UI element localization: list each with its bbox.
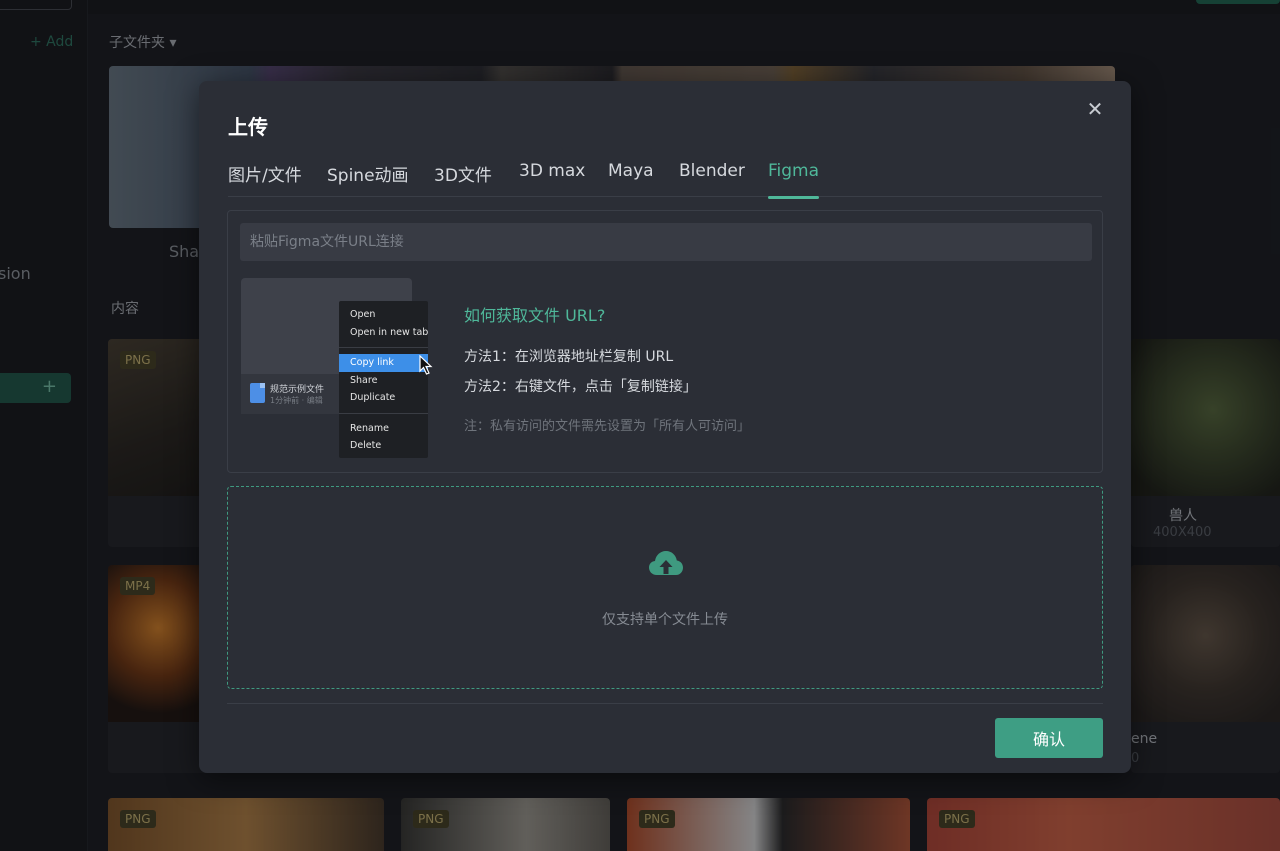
close-icon[interactable]: ✕: [1085, 99, 1105, 119]
figma-file-icon: [250, 383, 265, 403]
menu-divider: [339, 347, 428, 348]
confirm-button[interactable]: 确认: [995, 718, 1103, 758]
file-name: 规范示例文件: [270, 385, 325, 395]
upload-type-tabs: 图片/文件 Spine动画 3D文件 3D max Maya Blender F…: [228, 161, 1102, 199]
dialog-title: 上传: [228, 115, 268, 139]
figma-context-menu-illustration: 规范示例文件 1分钟前 · 编辑 Open Open in new tab Co…: [241, 278, 433, 458]
tab-image-file[interactable]: 图片/文件: [228, 161, 302, 197]
menu-item-rename: Rename: [350, 422, 389, 434]
tab-maya[interactable]: Maya: [608, 161, 654, 197]
access-note: 注：私有访问的文件需先设置为「所有人可访问」: [464, 419, 751, 434]
tab-spine[interactable]: Spine动画: [327, 161, 409, 197]
tab-figma[interactable]: Figma: [768, 161, 820, 199]
menu-item-open-new-tab: Open in new tab: [350, 326, 429, 338]
footer-divider: [227, 703, 1103, 704]
tab-3d-file[interactable]: 3D文件: [434, 161, 492, 197]
upload-dialog: 上传 ✕ 图片/文件 Spine动画 3D文件 3D max Maya Blen…: [199, 81, 1131, 773]
context-menu: Open Open in new tab Copy link Share Dup…: [339, 301, 428, 458]
menu-item-delete: Delete: [350, 440, 382, 451]
method-1-text: 方法1：在浏览器地址栏复制 URL: [464, 349, 674, 365]
dropzone-hint: 仅支持单个文件上传: [602, 612, 728, 628]
howto-title: 如何获取文件 URL?: [464, 306, 606, 325]
tab-3d-max[interactable]: 3D max: [519, 161, 585, 197]
cloud-upload-icon: [649, 551, 683, 575]
menu-item-duplicate: Duplicate: [350, 392, 396, 403]
figma-url-panel: 规范示例文件 1分钟前 · 编辑 Open Open in new tab Co…: [227, 210, 1103, 473]
figma-url-input[interactable]: [240, 223, 1092, 261]
menu-item-open: Open: [350, 309, 376, 320]
menu-item-share: Share: [350, 374, 378, 386]
file-meta: 1分钟前 · 编辑: [270, 396, 323, 405]
mouse-cursor-icon: [419, 355, 433, 375]
upload-dropzone[interactable]: 仅支持单个文件上传: [227, 486, 1103, 689]
tab-blender[interactable]: Blender: [679, 161, 745, 197]
menu-divider: [339, 412, 428, 414]
method-2-text: 方法2：右键文件，点击「复制链接」: [464, 379, 697, 395]
menu-item-copy-link: Copy link: [339, 354, 428, 372]
